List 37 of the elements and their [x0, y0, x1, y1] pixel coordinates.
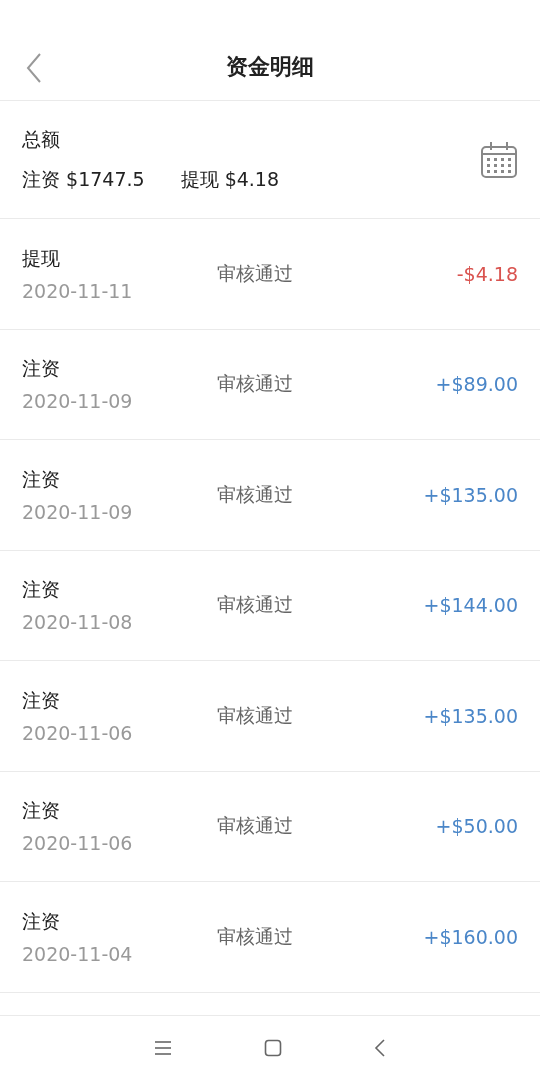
total-label: 总额: [22, 126, 61, 152]
record-amount: +$135.00: [423, 483, 518, 506]
record-amount: +$160.00: [423, 925, 518, 948]
record-date: 2020-11-04: [22, 942, 134, 965]
home-icon[interactable]: [264, 1039, 282, 1057]
record-date: 2020-11-11: [22, 279, 134, 302]
record-amount: +$144.00: [423, 594, 518, 617]
deposit-total: 注资 $1747.5: [22, 166, 145, 192]
calendar-icon[interactable]: [480, 140, 518, 179]
record-amount: +$135.00: [423, 704, 518, 727]
record-type: 提现: [22, 245, 61, 271]
record-amount: -$4.18: [456, 262, 518, 285]
record-date: 2020-11-06: [22, 832, 134, 855]
record-status: 审核通过: [216, 702, 294, 728]
record-status: 审核通过: [216, 481, 294, 507]
record-type: 注资: [22, 908, 61, 934]
record-status: 审核通过: [216, 592, 294, 618]
record-type: 注资: [22, 798, 61, 824]
record-status: 审核通过: [216, 371, 294, 397]
record-type: 注资: [22, 687, 61, 713]
page-title: 资金明细: [226, 53, 314, 81]
record-date: 2020-11-09: [22, 500, 134, 523]
record-type: 注资: [22, 466, 61, 492]
record-type: 注资: [22, 356, 61, 382]
record-status: 审核通过: [216, 260, 294, 286]
record-type: 注资: [22, 577, 61, 603]
back-icon[interactable]: [24, 52, 44, 84]
record-status: 审核通过: [216, 813, 294, 839]
record-amount: +$50.00: [435, 815, 518, 838]
withdraw-total: 提现 $4.18: [180, 166, 280, 192]
back-nav-icon[interactable]: [374, 1039, 386, 1057]
record-date: 2020-11-08: [22, 611, 134, 634]
record-date: 2020-11-06: [22, 721, 134, 744]
record-amount: +$89.00: [435, 373, 518, 396]
record-status: 审核通过: [216, 923, 294, 949]
record-date: 2020-11-09: [22, 390, 134, 413]
menu-icon[interactable]: [154, 1040, 172, 1056]
